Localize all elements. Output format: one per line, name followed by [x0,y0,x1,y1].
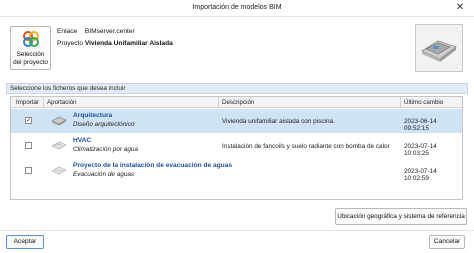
contribution-date: 2023-07-14 10:02:59 [404,168,437,182]
cancel-button[interactable]: Cancelar [429,235,465,249]
building-render-icon [421,40,457,62]
col-import[interactable]: Importar [16,99,39,106]
project-thumbnail [415,24,463,72]
contribution-description: Instalación de fancoils y suelo radiante… [222,143,390,150]
dialog-footer: Aceptar Cancelar [0,230,474,253]
table-row[interactable]: HVAC Climatización por agua Instalación … [11,134,462,158]
table-header: Importar Aportación Descripción Último c… [11,97,462,108]
import-checkbox[interactable]: ✓ [25,117,32,124]
contribution-name: Proyecto de la instalación de evacuación… [73,162,233,169]
bimserver-logo-icon [23,31,39,47]
contribution-subtitle: Evacuación de aguas [73,171,135,178]
col-last-change[interactable]: Último cambio [404,99,443,106]
close-icon[interactable]: ✕ [454,2,466,14]
architecture-model-icon [51,116,67,126]
geo-location-button[interactable]: Ubicación geográfica y sistema de refere… [335,208,467,225]
import-checkbox[interactable] [25,167,32,174]
project-info: Proyecto Vivienda Unifamiliar Aislada [57,40,173,47]
contribution-subtitle: Climatización por agua [73,146,139,153]
link-info: Enlace BIMserver.center [57,28,135,35]
contribution-name: HVAC [73,137,92,144]
project-key: Proyecto [57,40,84,47]
col-contribution[interactable]: Aportación [47,99,77,106]
project-value: Vivienda Unifamiliar Aislada [84,40,173,47]
contribution-name: Arquitectura [73,112,113,119]
files-group-header: Seleccione los ficheros que desea inclui… [6,83,468,94]
col-separator[interactable] [400,97,401,108]
link-value: BIMserver.center [84,28,135,35]
table-row[interactable]: ✓ Arquitectura Diseño arquitectónico Viv… [11,109,462,133]
files-group-label: Seleccione los ficheros que desea inclui… [10,85,126,92]
contribution-date: 2023-06-14 09:52:15 [404,118,437,132]
import-checkbox[interactable] [25,142,32,149]
contribution-date: 2023-07-14 10:03:25 [404,143,437,157]
hvac-model-icon [51,141,67,150]
contributions-table: Importar Aportación Descripción Último c… [10,96,463,200]
select-project-button[interactable]: Selección del proyecto [10,26,51,70]
window-title: Importación de modelos BIM [192,4,282,11]
drainage-model-icon [51,166,67,175]
contribution-subtitle: Diseño arquitectónico [73,121,135,128]
title-bar: Importación de modelos BIM ✕ [0,0,474,17]
link-key: Enlace [57,28,78,35]
contribution-description: Vivienda unifamiliar aislada con piscina… [222,118,335,125]
table-row[interactable]: Proyecto de la instalación de evacuación… [11,159,462,183]
col-separator[interactable] [43,97,44,108]
select-project-label: Selección del proyecto [13,51,48,66]
accept-button[interactable]: Aceptar [6,235,44,249]
col-separator[interactable] [218,97,219,108]
col-description[interactable]: Descripción [222,99,254,106]
